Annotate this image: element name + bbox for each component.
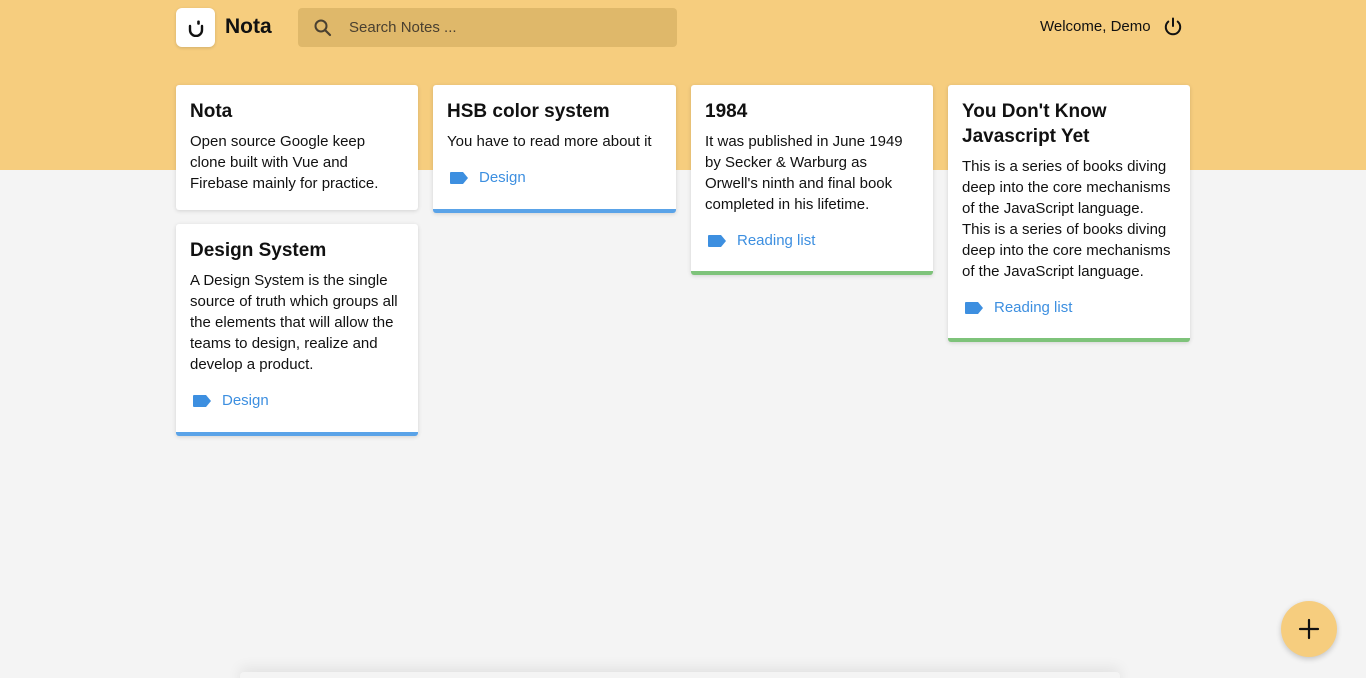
note-title: HSB color system	[447, 101, 610, 122]
label-icon	[193, 394, 211, 407]
note-title: You Don't Know Javascript Yet	[962, 101, 1107, 147]
note-body: A Design System is the single source of …	[190, 272, 398, 373]
bottom-panel-edge	[240, 672, 1120, 678]
note-tag-label: Design	[479, 169, 526, 186]
note-tag-label: Reading list	[737, 232, 816, 249]
note-body: You have to read more about it	[447, 133, 652, 150]
note-body: This is a series of books diving deep in…	[962, 158, 1171, 280]
note-tag[interactable]: Design	[447, 169, 662, 186]
search-bar[interactable]	[298, 8, 677, 47]
note-card[interactable]: Nota Open source Google keep clone built…	[176, 85, 418, 210]
note-body: Open source Google keep clone built with…	[190, 133, 379, 192]
note-tag-label: Design	[222, 392, 269, 409]
note-title: Design System	[190, 240, 327, 261]
label-icon	[450, 171, 468, 184]
label-icon	[708, 234, 726, 247]
top-bar: Nota Welcome, Demo	[0, 0, 1366, 56]
note-card[interactable]: Design System A Design System is the sin…	[176, 224, 418, 436]
plus-icon	[1298, 618, 1320, 640]
power-icon[interactable]	[1162, 16, 1184, 38]
search-icon[interactable]	[313, 18, 333, 38]
note-body: It was published in June 1949 by Secker …	[705, 133, 903, 213]
app-title: Nota	[225, 15, 272, 38]
add-note-button[interactable]	[1281, 601, 1337, 657]
nota-logo-icon[interactable]	[176, 8, 215, 47]
search-input[interactable]	[349, 19, 649, 36]
note-tag[interactable]: Reading list	[962, 299, 1176, 316]
note-tag[interactable]: Reading list	[705, 232, 919, 249]
note-card[interactable]: You Don't Know Javascript Yet This is a …	[948, 85, 1190, 342]
note-tag[interactable]: Design	[190, 392, 404, 409]
note-title: Nota	[190, 101, 233, 122]
welcome-text: Welcome, Demo	[1040, 18, 1151, 35]
label-icon	[965, 301, 983, 314]
note-title: 1984	[705, 101, 748, 122]
note-card[interactable]: 1984 It was published in June 1949 by Se…	[691, 85, 933, 275]
note-card[interactable]: HSB color system You have to read more a…	[433, 85, 676, 213]
note-tag-label: Reading list	[994, 299, 1073, 316]
